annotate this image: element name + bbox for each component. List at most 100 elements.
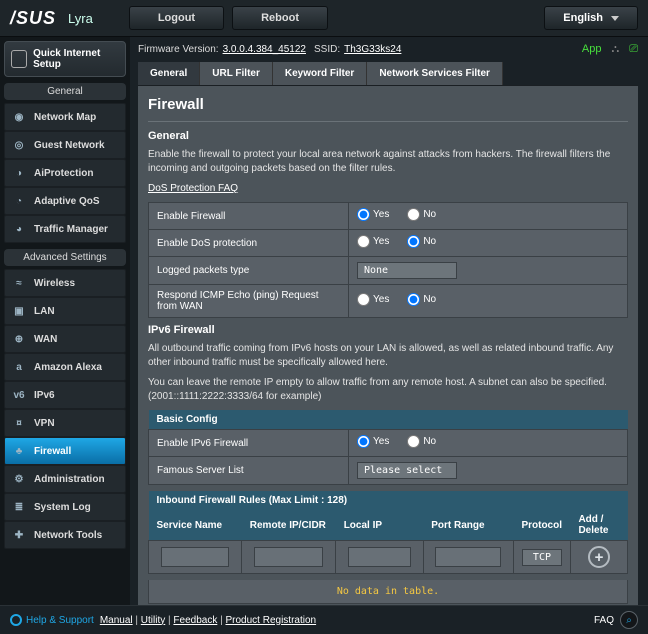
port-range-input[interactable] — [435, 547, 501, 567]
tab-network-services-filter[interactable]: Network Services Filter — [367, 62, 503, 85]
remote-ip-input[interactable] — [254, 547, 323, 567]
service-name-input[interactable] — [161, 547, 230, 567]
status-icon[interactable]: ⎚ — [629, 43, 638, 56]
basic-config-head: Basic Config — [149, 410, 628, 430]
sidebar: Quick Internet Setup General ◉Network Ma… — [0, 37, 130, 605]
app-link[interactable]: App — [582, 43, 602, 56]
footer: Help & Support Manual | Utility | Feedba… — [0, 605, 648, 634]
users-icon[interactable]: ⛬ — [611, 43, 619, 56]
sidebar-item-adaptive-qos[interactable]: ◔Adaptive QoS — [4, 187, 126, 215]
nav-label: VPN — [34, 418, 55, 429]
row-control: Yes No — [349, 203, 628, 230]
firmware-line: Firmware Version: 3.0.0.4.384_45122 SSID… — [138, 43, 638, 56]
nav-label: WAN — [34, 334, 57, 345]
sidebar-item-wan[interactable]: ⊕ WAN — [4, 325, 126, 353]
brand-logo: /SUS — [10, 8, 56, 29]
sidebar-item-vpn[interactable]: ¤ VPN — [4, 409, 126, 437]
row-control: Yes No — [349, 230, 628, 257]
basic-config-table: Basic Config Enable IPv6 Firewall Yes No… — [148, 410, 628, 485]
radio-no[interactable]: No — [407, 435, 436, 448]
ipv6-desc2: You can leave the remote IP empty to all… — [148, 376, 628, 404]
nav-icon: ⚙ — [11, 471, 27, 487]
reboot-button[interactable]: Reboot — [232, 6, 328, 30]
dos-faq-link[interactable]: DoS Protection FAQ — [148, 183, 238, 194]
nav-label: IPv6 — [34, 390, 55, 401]
col-head: Local IP — [336, 510, 424, 541]
footer-link-feedback[interactable]: Feedback — [173, 615, 217, 626]
language-select[interactable]: English — [544, 6, 638, 30]
sidebar-item-network-tools[interactable]: ✚Network Tools — [4, 521, 126, 549]
col-head: Port Range — [423, 510, 513, 541]
sidebar-item-ipv6[interactable]: v6IPv6 — [4, 381, 126, 409]
search-icon[interactable]: ⌕ — [620, 611, 638, 629]
nav-label: Amazon Alexa — [34, 362, 102, 373]
nav-icon: ⊕ — [11, 331, 27, 347]
sidebar-item-system-log[interactable]: ≣ System Log — [4, 493, 126, 521]
radio-yes[interactable]: Yes — [357, 293, 389, 306]
rules-head: Inbound Firewall Rules (Max Limit : 128) — [149, 491, 628, 510]
protocol-select[interactable]: TCP — [522, 549, 562, 566]
radio-yes[interactable]: Yes — [357, 235, 389, 248]
sidebar-item-amazon-alexa[interactable]: a Amazon Alexa — [4, 353, 126, 381]
product-name: Lyra — [68, 11, 93, 26]
radio-yes[interactable]: Yes — [357, 435, 389, 448]
quick-internet-setup[interactable]: Quick Internet Setup — [4, 41, 126, 77]
radio-no[interactable]: No — [407, 208, 436, 221]
ipv6-head: IPv6 Firewall — [148, 324, 628, 336]
sidebar-item-traffic-manager[interactable]: ◕Traffic Manager — [4, 215, 126, 243]
col-head: Service Name — [149, 510, 242, 541]
nav-icon: a — [11, 359, 27, 375]
sidebar-item-firewall[interactable]: ♣Firewall — [4, 437, 126, 465]
row-control: Yes No — [349, 285, 628, 318]
logout-button[interactable]: Logout — [129, 6, 224, 30]
radio-no[interactable]: No — [407, 235, 436, 248]
section-general-desc: Enable the firewall to protect your loca… — [148, 148, 628, 176]
sidebar-item-administration[interactable]: ⚙Administration — [4, 465, 126, 493]
rules-empty: No data in table. — [148, 580, 628, 604]
col-head: Protocol — [513, 510, 570, 541]
tab-general[interactable]: General — [138, 62, 200, 85]
row-label: Enable IPv6 Firewall — [149, 430, 349, 457]
language-label: English — [563, 12, 603, 24]
sidebar-heading-advanced: Advanced Settings — [4, 249, 126, 266]
row-control: Yes No — [349, 430, 628, 457]
nav-icon: ≈ — [11, 275, 27, 291]
select-famous-server-list[interactable]: Please select — [357, 462, 457, 479]
sidebar-item-network-map[interactable]: ◉ Network Map — [4, 103, 126, 131]
col-head: Remote IP/CIDR — [242, 510, 336, 541]
nav-icon: ◔ — [11, 193, 27, 209]
nav-label: Guest Network — [34, 140, 105, 151]
general-config-table: Enable Firewall Yes NoEnable DoS protect… — [148, 202, 628, 318]
local-ip-input[interactable] — [348, 547, 411, 567]
sidebar-item-guest-network[interactable]: ◎Guest Network — [4, 131, 126, 159]
add-rule-button[interactable]: + — [588, 546, 610, 568]
radio-yes[interactable]: Yes — [357, 208, 389, 221]
footer-link-manual[interactable]: Manual — [100, 615, 133, 626]
footer-link-utility[interactable]: Utility — [141, 615, 165, 626]
footer-link-product-registration[interactable]: Product Registration — [225, 615, 316, 626]
nav-label: System Log — [34, 502, 91, 513]
fw-version-link[interactable]: 3.0.0.4.384_45122 — [223, 44, 306, 55]
tab-keyword-filter[interactable]: Keyword Filter — [273, 62, 367, 85]
nav-icon: ¤ — [11, 415, 27, 431]
row-control: None — [349, 257, 628, 285]
row-label: Enable Firewall — [149, 203, 349, 230]
sidebar-item-lan[interactable]: ▣ LAN — [4, 297, 126, 325]
tab-url-filter[interactable]: URL Filter — [200, 62, 273, 85]
sidebar-item-aiprotection[interactable]: ◑AiProtection — [4, 159, 126, 187]
row-label: Logged packets type — [149, 257, 349, 285]
sidebar-item-wireless[interactable]: ≈Wireless — [4, 269, 126, 297]
select-logged-packets-type[interactable]: None — [357, 262, 457, 279]
nav-label: Network Map — [34, 112, 96, 123]
nav-label: Network Tools — [34, 530, 102, 541]
nav-icon: ≣ — [11, 499, 27, 515]
ipv6-desc1: All outbound traffic coming from IPv6 ho… — [148, 342, 628, 370]
ssid-link[interactable]: Th3G33ks24 — [344, 44, 401, 55]
faq-link[interactable]: FAQ — [594, 615, 614, 626]
nav-label: LAN — [34, 306, 55, 317]
nav-icon: ♣ — [11, 443, 27, 459]
nav-icon: ▣ — [11, 303, 27, 319]
nav-icon: ◉ — [11, 109, 27, 125]
row-label: Famous Server List — [149, 457, 349, 485]
radio-no[interactable]: No — [407, 293, 436, 306]
